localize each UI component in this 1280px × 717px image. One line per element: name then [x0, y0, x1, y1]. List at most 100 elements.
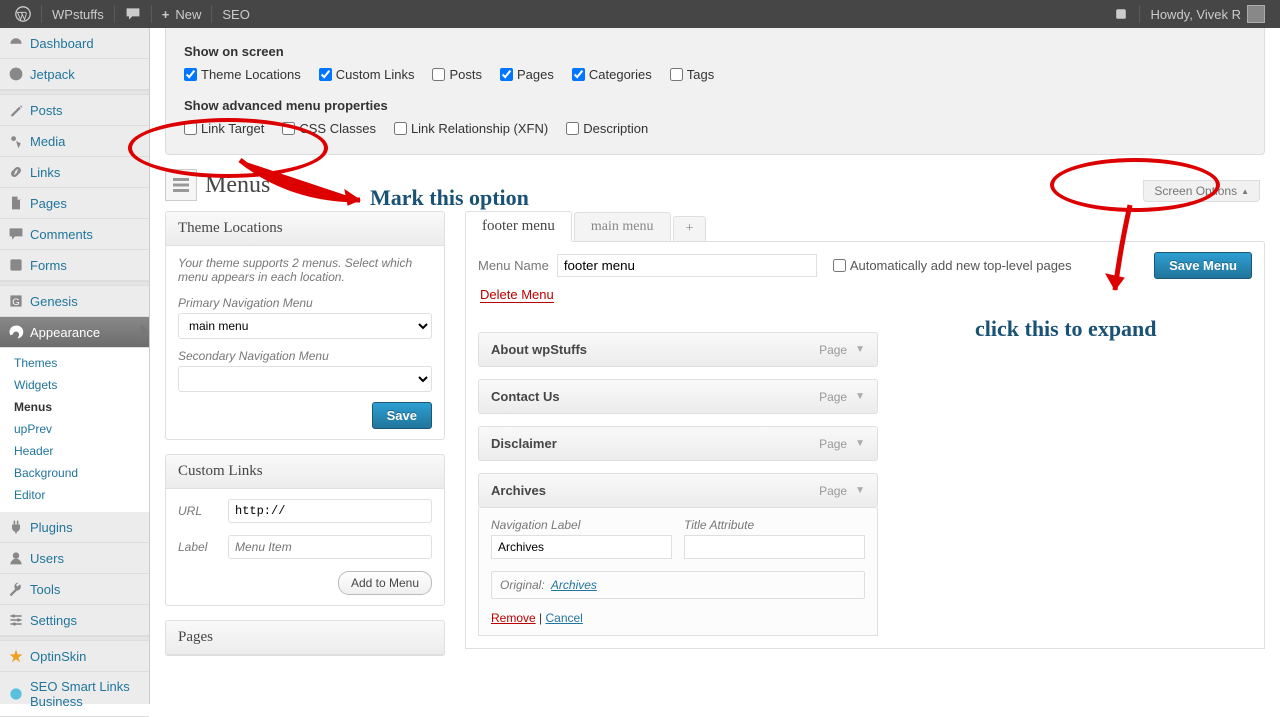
show-on-screen-theme-locations[interactable]: Theme Locations — [184, 67, 301, 82]
submenu-item-themes[interactable]: Themes — [0, 352, 149, 374]
screen-options-tab[interactable]: Screen Options▲ — [1143, 180, 1260, 202]
seo-menu[interactable]: SEO — [213, 0, 258, 28]
menu-item-bar[interactable]: About wpStuffsPage▼ — [478, 332, 878, 367]
auto-add-checkbox[interactable] — [833, 259, 846, 272]
sidebar-item-dashboard[interactable]: Dashboard — [0, 28, 149, 59]
sidebar-item-media[interactable]: Media — [0, 126, 149, 157]
adv-prop-link-target[interactable]: Link Target — [184, 121, 264, 136]
show-on-screen-pages[interactable]: Pages — [500, 67, 554, 82]
secondary-nav-select[interactable] — [178, 366, 432, 392]
submenu-item-background[interactable]: Background — [0, 462, 149, 484]
sidebar-item-label: Jetpack — [30, 67, 75, 82]
my-account[interactable]: Howdy, Vivek R — [1141, 0, 1274, 28]
menu-item-bar[interactable]: Contact UsPage▼ — [478, 379, 878, 414]
chevron-down-icon: ▼ — [855, 485, 865, 496]
sidebar-item-plugins[interactable]: Plugins — [0, 512, 149, 543]
admin-sidebar: Dashboard Jetpack Posts MediaLinksPagesComm… — [0, 28, 150, 704]
checkbox[interactable] — [184, 122, 197, 135]
checkbox[interactable] — [184, 68, 197, 81]
right-column: footer menumain menu+ Menu Name Automati… — [465, 211, 1265, 649]
checkbox[interactable] — [572, 68, 585, 81]
checkbox[interactable] — [500, 68, 513, 81]
optinskin-icon — [8, 648, 24, 664]
menu-item-bar[interactable]: DisclaimerPage▼ — [478, 426, 878, 461]
left-column: Theme Locations Your theme supports 2 me… — [165, 211, 445, 670]
label-label: Label — [178, 540, 228, 554]
checkbox[interactable] — [394, 122, 407, 135]
submenu-item-editor[interactable]: Editor — [0, 484, 149, 506]
theme-locations-desc: Your theme supports 2 menus. Select whic… — [178, 256, 432, 284]
chevron-down-icon: ▼ — [855, 438, 865, 449]
menu-item-type: Page — [819, 437, 847, 451]
sidebar-item-posts[interactable]: Posts — [0, 95, 149, 126]
submenu-item-upprev[interactable]: upPrev — [0, 418, 149, 440]
cancel-link[interactable]: Cancel — [545, 611, 582, 625]
submenu-item-widgets[interactable]: Widgets — [0, 374, 149, 396]
delete-menu-link[interactable]: Delete Menu — [480, 287, 554, 303]
add-to-menu-button[interactable]: Add to Menu — [338, 571, 432, 595]
save-menu-button[interactable]: Save Menu — [1154, 252, 1252, 279]
checkbox[interactable] — [566, 122, 579, 135]
submenu-item-header[interactable]: Header — [0, 440, 149, 462]
sidebar-item-seo-smart-links-business[interactable]: SEO Smart Links Business — [0, 672, 149, 717]
show-on-screen-categories[interactable]: Categories — [572, 67, 652, 82]
menu-name-input[interactable] — [557, 254, 817, 277]
custom-link-url-input[interactable] — [228, 499, 432, 523]
checkbox[interactable] — [670, 68, 683, 81]
adv-prop-description[interactable]: Description — [566, 121, 648, 136]
sidebar-item-comments[interactable]: Comments — [0, 219, 149, 250]
comments-bubble[interactable] — [116, 0, 150, 28]
chevron-down-icon: ▼ — [855, 391, 865, 402]
menu-item-bar[interactable]: ArchivesPage▼ — [478, 473, 878, 508]
pages-icon — [8, 195, 24, 211]
site-name[interactable]: WPstuffs — [43, 0, 113, 28]
sidebar-item-genesis[interactable]: GGenesis — [0, 286, 149, 317]
menu-tabs: footer menumain menu+ — [465, 211, 1265, 242]
remove-link[interactable]: Remove — [491, 611, 536, 625]
custom-links-box: Custom Links URL Label Add to Menu — [165, 454, 445, 606]
auto-add-pages[interactable]: Automatically add new top-level pages — [833, 258, 1072, 273]
menu-tab-footer-menu[interactable]: footer menu — [465, 211, 572, 242]
sidebar-item-pages[interactable]: Pages — [0, 188, 149, 219]
menu-item-title: About wpStuffs — [491, 342, 587, 357]
sidebar-item-users[interactable]: Users — [0, 543, 149, 574]
show-on-screen-custom-links[interactable]: Custom Links — [319, 67, 415, 82]
new-content[interactable]: +New — [153, 0, 211, 28]
custom-links-title: Custom Links — [166, 455, 444, 489]
sidebar-item-label: OptinSkin — [30, 649, 86, 664]
save-theme-locations-button[interactable]: Save — [372, 402, 432, 429]
submenu-item-menus[interactable]: Menus — [0, 396, 149, 418]
show-on-screen-tags[interactable]: Tags — [670, 67, 714, 82]
wp-logo[interactable] — [6, 0, 40, 28]
sidebar-item-links[interactable]: Links — [0, 157, 149, 188]
wordpress-icon — [15, 6, 31, 22]
adv-prop-css-classes[interactable]: CSS Classes — [282, 121, 376, 136]
checkbox[interactable] — [319, 68, 332, 81]
admin-bar: WPstuffs +New SEO Howdy, Vivek R — [0, 0, 1280, 28]
checkbox[interactable] — [282, 122, 295, 135]
title-attr-input[interactable] — [684, 535, 865, 559]
sidebar-item-settings[interactable]: Settings — [0, 605, 149, 636]
page-title: Menus — [205, 172, 270, 199]
sidebar-item-appearance[interactable]: Appearance — [0, 317, 149, 348]
sidebar-item-forms[interactable]: Forms — [0, 250, 149, 281]
original-link[interactable]: Archives — [551, 578, 597, 592]
add-menu-tab[interactable]: + — [673, 216, 707, 242]
users-icon — [8, 550, 24, 566]
notification-icon — [1113, 6, 1129, 22]
show-on-screen-posts[interactable]: Posts — [432, 67, 482, 82]
menu-tab-main-menu[interactable]: main menu — [574, 212, 671, 242]
sidebar-item-label: Posts — [30, 103, 63, 118]
sidebar-item-jetpack[interactable]: Jetpack — [0, 59, 149, 90]
adv-prop-link-relationship-xfn-[interactable]: Link Relationship (XFN) — [394, 121, 548, 136]
sidebar-item-label: Appearance — [30, 325, 100, 340]
nav-label-input[interactable] — [491, 535, 672, 559]
sidebar-item-tools[interactable]: Tools — [0, 574, 149, 605]
screen-options-panel: Show on screen Theme Locations Custom Li… — [165, 28, 1265, 155]
checkbox[interactable] — [432, 68, 445, 81]
primary-nav-select[interactable]: main menu — [178, 313, 432, 339]
custom-link-label-input[interactable] — [228, 535, 432, 559]
sidebar-item-optinskin[interactable]: OptinSkin — [0, 641, 149, 672]
menu-item: ArchivesPage▼Navigation LabelTitle Attri… — [478, 473, 878, 636]
notifications[interactable] — [1104, 0, 1138, 28]
